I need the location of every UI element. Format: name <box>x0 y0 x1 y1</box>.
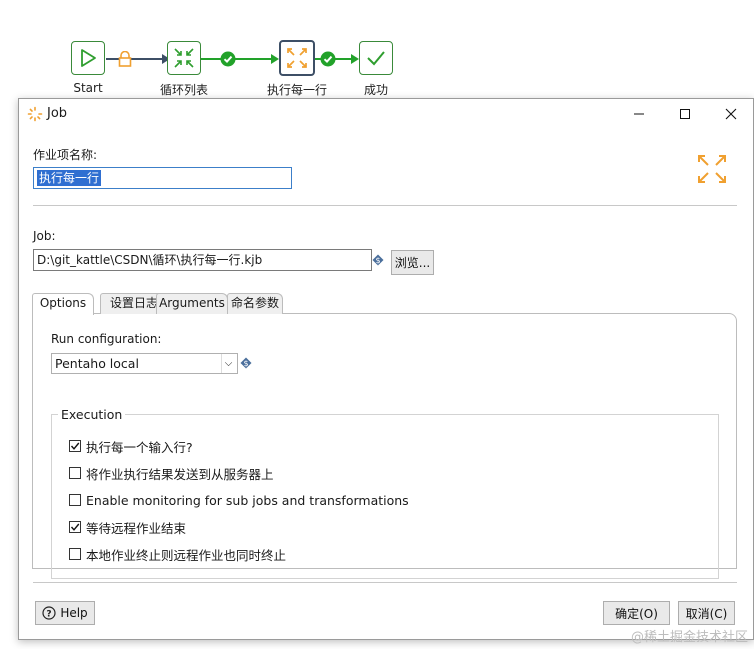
run-configuration-label: Run configuration: <box>51 332 162 346</box>
title-bar[interactable]: Job <box>19 99 753 129</box>
checkbox-box[interactable] <box>69 548 81 560</box>
success-check-icon <box>320 51 336 67</box>
checkbox-enable-monitoring[interactable]: Enable monitoring for sub jobs and trans… <box>69 492 409 508</box>
job-entry-icon <box>698 155 726 183</box>
help-icon: ? <box>42 606 56 620</box>
divider <box>33 205 737 206</box>
checkmark-icon <box>367 51 385 66</box>
minimize-button[interactable] <box>616 99 662 129</box>
lock-icon <box>118 51 132 67</box>
variable-icon[interactable]: $ <box>372 254 384 266</box>
success-check-icon <box>220 51 236 67</box>
variable-icon[interactable]: $ <box>240 357 252 369</box>
execution-group: Execution 执行每一个输入行? 将作业执行结果发送到从服务器上 Enab… <box>51 407 719 579</box>
shrink-arrows-icon <box>174 48 194 68</box>
job-entry-name-label: 作业项名称: <box>33 148 98 162</box>
workflow-node-label: 成功 <box>363 83 388 97</box>
checkmark-icon <box>70 442 80 450</box>
checkbox-label: 执行每一个输入行? <box>86 439 193 455</box>
cancel-button[interactable]: 取消(C) <box>678 601 735 625</box>
tab-arguments[interactable]: Arguments <box>156 293 228 314</box>
job-entry-name-input[interactable]: 执行每一行 <box>33 167 292 189</box>
run-configuration-value: Pentaho local <box>55 356 139 371</box>
workflow-node-start[interactable] <box>71 41 105 75</box>
job-workflow-canvas: Start 循环列表 执行每一行 成功 <box>0 0 754 100</box>
svg-text:$: $ <box>375 256 380 265</box>
divider <box>33 582 737 583</box>
job-path-input[interactable]: D:\git_kattle\CSDN\循环\执行每一行.kjb <box>33 249 372 271</box>
checkbox-box[interactable] <box>69 521 81 533</box>
svg-text:$: $ <box>243 359 248 368</box>
job-dialog: Job 作业项名称: 执行每一行 Job: D:\git_kattle\CSDN… <box>18 98 754 640</box>
workflow-node-label: 执行每一行 <box>266 83 327 97</box>
maximize-button[interactable] <box>662 99 708 129</box>
job-path-label: Job: <box>33 229 56 243</box>
help-button[interactable]: ? Help <box>35 601 95 625</box>
workflow-node-success[interactable] <box>359 41 393 75</box>
maximize-icon <box>680 109 690 119</box>
checkbox-box[interactable] <box>69 494 81 506</box>
workflow-node-execute-each-row[interactable] <box>279 40 315 76</box>
execution-group-title: Execution <box>58 407 126 422</box>
checkmark-icon <box>70 523 80 531</box>
tab-options[interactable]: Options <box>32 293 94 315</box>
checkbox-box[interactable] <box>69 440 81 452</box>
watermark: @稀土掘金技术社区 <box>630 630 748 645</box>
checkbox-box[interactable] <box>69 467 81 479</box>
play-icon <box>81 49 96 67</box>
job-spinner-icon <box>27 106 43 122</box>
close-button[interactable] <box>708 99 754 129</box>
checkbox-send-to-slave[interactable]: 将作业执行结果发送到从服务器上 <box>69 465 274 482</box>
tab-named-parameters[interactable]: 命名参数 <box>227 293 283 314</box>
workflow-node-label: 循环列表 <box>159 83 208 97</box>
ok-button[interactable]: 确定(O) <box>603 601 670 625</box>
checkbox-label: Enable monitoring for sub jobs and trans… <box>86 492 409 508</box>
window-title: Job <box>47 106 68 121</box>
checkbox-label: 等待远程作业结束 <box>86 520 187 536</box>
workflow-node-loop-list[interactable] <box>167 41 201 75</box>
minimize-icon <box>634 113 644 115</box>
help-button-label: Help <box>60 606 88 620</box>
checkbox-label: 本地作业终止则远程作业也同时终止 <box>86 547 287 563</box>
close-icon <box>725 108 737 120</box>
checkbox-label: 将作业执行结果发送到从服务器上 <box>86 466 274 482</box>
job-entry-name-value: 执行每一行 <box>37 170 102 186</box>
tab-panel: Run configuration: Pentaho local ⌵ $ Exe… <box>32 313 737 579</box>
checkbox-wait-remote-job[interactable]: 等待远程作业结束 <box>69 519 187 536</box>
expand-arrows-icon <box>287 48 307 68</box>
browse-button[interactable]: 浏览... <box>391 250 434 275</box>
checkbox-execute-each-row[interactable]: 执行每一个输入行? <box>69 438 193 455</box>
svg-text:?: ? <box>47 610 52 620</box>
workflow-node-label: Start <box>73 81 103 95</box>
chevron-down-icon: ⌵ <box>221 354 235 373</box>
run-configuration-select[interactable]: Pentaho local ⌵ <box>51 353 238 374</box>
checkbox-kill-remote-job[interactable]: 本地作业终止则远程作业也同时终止 <box>69 546 287 563</box>
